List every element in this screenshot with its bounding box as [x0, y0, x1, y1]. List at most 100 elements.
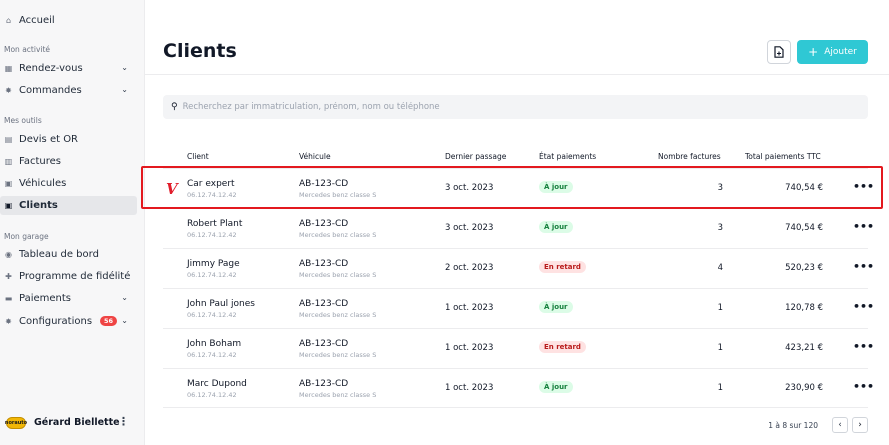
garage-logo: norauto	[5, 416, 27, 429]
client-name: John Boham	[187, 339, 242, 349]
vehicle-plate: AB-123-CD	[299, 219, 349, 229]
column-header-client[interactable]: Client	[187, 152, 209, 161]
sidebar-item-label: Configurations	[19, 316, 93, 327]
client-phone: 06.12.74.12.42	[187, 271, 237, 279]
status-badge: À jour	[539, 381, 573, 393]
sidebar-item-configurations[interactable]: ✸ Configurations 56 ⌄	[0, 312, 137, 331]
pagination: 1 à 8 sur 120 ‹ ›	[768, 417, 868, 433]
payment-total: 120,78 €	[785, 303, 823, 313]
column-header-dernier-passage[interactable]: Dernier passage	[445, 152, 506, 161]
column-header-vehicule[interactable]: Véhicule	[299, 152, 331, 161]
chevron-down-icon: ⌄	[121, 293, 128, 302]
search-bar[interactable]: ⚲	[163, 95, 868, 119]
vehicle-model: Mercedes benz classe S	[299, 191, 377, 199]
chevron-down-icon: ⌄	[121, 63, 128, 72]
client-phone: 06.12.74.12.42	[187, 351, 237, 359]
client-name: Marc Dupond	[187, 379, 247, 389]
sidebar-item-label: Clients	[19, 200, 58, 211]
sidebar-item-devis[interactable]: ▤ Devis et OR	[0, 130, 137, 149]
section-label-activite: Mon activité	[4, 45, 51, 54]
last-visit-date: 2 oct. 2023	[445, 263, 494, 273]
column-header-etat-paiements[interactable]: État paiements	[539, 152, 596, 161]
more-horizontal-icon[interactable]: •••	[853, 180, 874, 193]
column-header-total-paiements[interactable]: Total paiements TTC	[745, 152, 821, 161]
table-row[interactable]: John Boham 06.12.74.12.42 AB-123-CD Merc…	[163, 328, 874, 368]
user-name: Gérard Biellette	[34, 417, 120, 428]
sidebar-item-label: Rendez-vous	[19, 63, 83, 74]
vehicle-model: Mercedes benz classe S	[299, 311, 377, 319]
more-horizontal-icon[interactable]: •••	[853, 220, 874, 233]
car-icon: ▣	[4, 179, 13, 188]
search-icon: ⚲	[171, 102, 178, 112]
client-name: Robert Plant	[187, 219, 243, 229]
table-row[interactable]: Robert Plant 06.12.74.12.42 AB-123-CD Me…	[163, 208, 874, 248]
sidebar-item-clients[interactable]: ▣ Clients	[0, 196, 137, 215]
last-visit-date: 1 oct. 2023	[445, 383, 494, 393]
invoice-count: 4	[717, 263, 723, 273]
sidebar-item-commandes[interactable]: ✸ Commandes ⌄	[0, 81, 137, 100]
invoice-count: 1	[717, 383, 723, 393]
table-row[interactable]: Jimmy Page 06.12.74.12.42 AB-123-CD Merc…	[163, 248, 874, 288]
status-badge: En retard	[539, 341, 586, 353]
calendar-icon: ▦	[4, 64, 13, 73]
vehicle-model: Mercedes benz classe S	[299, 271, 377, 279]
client-phone: 06.12.74.12.42	[187, 391, 237, 399]
status-badge: En retard	[539, 261, 586, 273]
table-row[interactable]: John Paul jones 06.12.74.12.42 AB-123-CD…	[163, 288, 874, 328]
search-input[interactable]	[182, 102, 783, 112]
invoice-icon: ▥	[4, 157, 13, 166]
card-icon: ▬	[4, 294, 13, 303]
user-profile[interactable]: norauto Gérard Biellette ⋮	[0, 400, 145, 445]
vehicle-model: Mercedes benz classe S	[299, 351, 377, 359]
status-badge: À jour	[539, 221, 573, 233]
more-horizontal-icon[interactable]: •••	[853, 300, 874, 313]
column-header-nombre-factures[interactable]: Nombre factures	[658, 152, 721, 161]
last-visit-date: 1 oct. 2023	[445, 303, 494, 313]
client-logo: V	[166, 180, 178, 198]
sidebar-item-label: Paiements	[19, 293, 72, 304]
vehicle-plate: AB-123-CD	[299, 299, 349, 309]
sidebar-item-vehicules[interactable]: ▣ Véhicules	[0, 174, 137, 193]
sidebar-item-label: Accueil	[19, 15, 55, 26]
vehicle-model: Mercedes benz classe S	[299, 391, 377, 399]
more-horizontal-icon[interactable]: •••	[853, 380, 874, 393]
client-name: John Paul jones	[187, 299, 255, 309]
sidebar-item-paiements[interactable]: ▬ Paiements ⌄	[0, 289, 137, 308]
prev-page-button[interactable]: ‹	[832, 417, 848, 433]
vehicle-plate: AB-123-CD	[299, 259, 349, 269]
section-label-garage: Mon garage	[4, 232, 49, 241]
plus-icon: +	[808, 45, 819, 59]
table-row[interactable]: Marc Dupond 06.12.74.12.42 AB-123-CD Mer…	[163, 368, 874, 408]
last-visit-date: 3 oct. 2023	[445, 223, 494, 233]
sidebar-item-fidelite[interactable]: ✚ Programme de fidélité	[0, 267, 137, 286]
more-horizontal-icon[interactable]: •••	[853, 260, 874, 273]
notification-badge: 56	[99, 316, 117, 326]
sidebar-item-label: Véhicules	[19, 178, 67, 189]
vehicle-plate: AB-123-CD	[299, 379, 349, 389]
vehicle-model: Mercedes benz classe S	[299, 231, 377, 239]
sidebar-item-tableau-de-bord[interactable]: ◉ Tableau de bord	[0, 245, 137, 264]
client-phone: 06.12.74.12.42	[187, 191, 237, 199]
chevron-down-icon: ⌄	[121, 85, 128, 94]
sidebar-item-rendez-vous[interactable]: ▦ Rendez-vous ⌄	[0, 59, 137, 78]
client-phone: 06.12.74.12.42	[187, 311, 237, 319]
more-horizontal-icon[interactable]: •••	[853, 340, 874, 353]
sidebar-item-accueil[interactable]: ⌂ Accueil	[0, 11, 137, 30]
sidebar-item-factures[interactable]: ▥ Factures	[0, 152, 137, 171]
payment-total: 230,90 €	[785, 383, 823, 393]
settings-icon: ✸	[5, 317, 12, 326]
invoice-count: 1	[717, 343, 723, 353]
vehicle-plate: AB-123-CD	[299, 339, 349, 349]
gear-icon: ✸	[5, 86, 12, 95]
sidebar-item-label: Tableau de bord	[19, 249, 99, 260]
payment-total: 520,23 €	[785, 263, 823, 273]
sidebar-item-label: Commandes	[19, 85, 82, 96]
payment-total: 740,54 €	[785, 183, 823, 193]
more-vertical-icon[interactable]: ⋮	[118, 415, 129, 428]
sidebar-item-label: Programme de fidélité	[19, 271, 131, 282]
next-page-button[interactable]: ›	[852, 417, 868, 433]
export-button[interactable]	[767, 40, 791, 64]
status-badge: À jour	[539, 181, 573, 193]
add-client-button[interactable]: + Ajouter	[797, 40, 868, 64]
table-row[interactable]: V Car expert 06.12.74.12.42 AB-123-CD Me…	[163, 168, 874, 208]
